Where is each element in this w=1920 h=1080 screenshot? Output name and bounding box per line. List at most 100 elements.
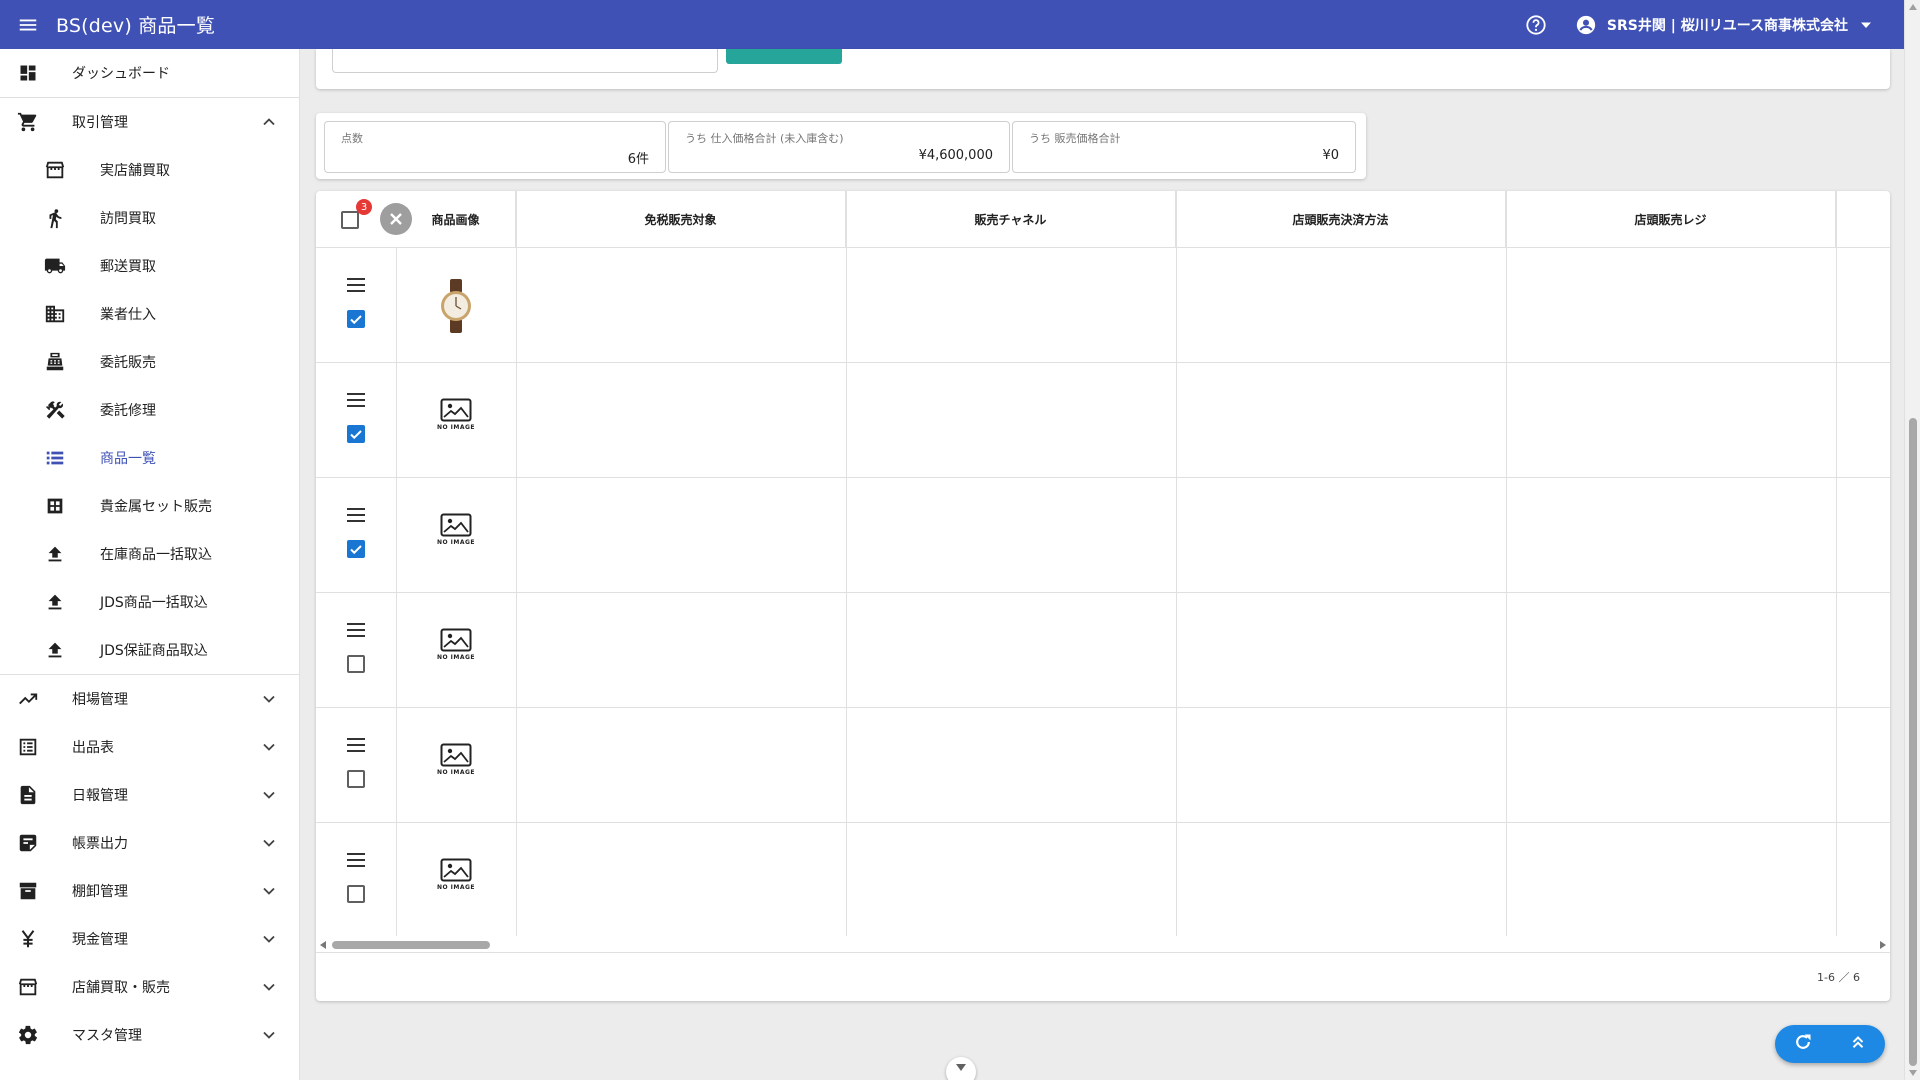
column-divider: [1506, 191, 1507, 936]
search-card: [316, 49, 1890, 89]
user-label: SRS井関 | 桜川リユース商事株式会社: [1606, 17, 1848, 34]
header-register[interactable]: 店頭販売レジ: [1506, 191, 1836, 247]
pagination-info: 1-6 ／ 6: [1817, 971, 1860, 984]
no-image-placeholder[interactable]: NO IMAGE: [434, 628, 478, 668]
sidebar-item-label: 業者仕入: [100, 307, 156, 323]
sidebar-item-daily-report[interactable]: 日報管理: [0, 771, 299, 819]
chevron-down-icon[interactable]: [259, 881, 279, 901]
scroll-to-top-icon[interactable]: [1849, 1033, 1867, 1055]
sidebar-item-form-output[interactable]: 帳票出力: [0, 819, 299, 867]
column-divider: [846, 191, 847, 936]
row-divider: [316, 362, 1890, 363]
page-title: BS(dev) 商品一覧: [56, 15, 216, 37]
chevron-down-icon[interactable]: [259, 929, 279, 949]
sidebar-item-label: 棚卸管理: [72, 884, 128, 900]
sidebar-item-store-trade[interactable]: 店舗買取・販売: [0, 963, 299, 1011]
row-checkbox[interactable]: [347, 885, 365, 903]
row-checkbox[interactable]: [347, 770, 365, 788]
product-table: 3 商品画像 免税販売対象 販売チャネル 店頭販売決済方法 店頭販売レジ NO …: [316, 191, 1890, 1001]
sidebar-item-jds-import[interactable]: JDS商品一括取込: [0, 578, 299, 626]
row-checkbox[interactable]: [347, 655, 365, 673]
sidebar-item-precious-metal-set[interactable]: 貴金属セット販売: [0, 482, 299, 530]
sidebar-item-mail-purchase[interactable]: 郵送買取: [0, 242, 299, 290]
drag-handle-icon[interactable]: [347, 738, 365, 752]
dashboard-icon: [17, 62, 39, 84]
tools-icon: [44, 399, 66, 421]
row-checkbox[interactable]: [347, 310, 365, 328]
search-input[interactable]: [332, 49, 718, 73]
sidebar-item-dashboard[interactable]: ダッシュボード: [0, 49, 299, 97]
chevron-down-icon[interactable]: [259, 977, 279, 997]
purchase-total-label: うち 仕入価格合計 (未入庫含む): [685, 132, 844, 145]
grid-icon: [44, 495, 66, 517]
select-all-checkbox[interactable]: [341, 211, 359, 229]
cart-icon: [17, 111, 39, 133]
sidebar-item-visit-purchase[interactable]: 訪問買取: [0, 194, 299, 242]
sidebar-item-label: ダッシュボード: [72, 66, 170, 82]
sidebar-item-consignment-repair[interactable]: 委託修理: [0, 386, 299, 434]
sidebar-item-vendor-purchase[interactable]: 業者仕入: [0, 290, 299, 338]
chevron-down-icon[interactable]: [259, 737, 279, 757]
sidebar-item-label: 現金管理: [72, 932, 128, 948]
chevron-down-icon[interactable]: [259, 689, 279, 709]
scroll-left-icon[interactable]: [320, 941, 326, 949]
drag-handle-icon[interactable]: [347, 508, 365, 522]
sidebar-item-label: 店舗買取・販売: [72, 980, 170, 996]
scroll-up-icon[interactable]: [1909, 4, 1917, 10]
count-value: 6件: [627, 152, 649, 167]
sales-total-field: うち 販売価格合計 ¥0: [1012, 121, 1356, 173]
sidebar-item-listing[interactable]: 出品表: [0, 723, 299, 771]
chevron-down-icon[interactable]: [259, 833, 279, 853]
register-icon: [44, 351, 66, 373]
sidebar-item-label: 日報管理: [72, 788, 128, 804]
no-image-placeholder[interactable]: NO IMAGE: [434, 398, 478, 438]
no-image-placeholder[interactable]: NO IMAGE: [434, 513, 478, 553]
image-icon: [440, 398, 472, 422]
sidebar-item-label: 訪問買取: [100, 211, 156, 227]
truck-icon: [44, 255, 66, 277]
account-icon: [1575, 14, 1597, 36]
chevron-down-icon[interactable]: [259, 785, 279, 805]
chevron-down-icon[interactable]: [259, 1025, 279, 1045]
sidebar-item-cash[interactable]: 現金管理: [0, 915, 299, 963]
menu-icon[interactable]: [0, 0, 56, 49]
sidebar-item-stock-import[interactable]: 在庫商品一括取込: [0, 530, 299, 578]
image-icon: [440, 743, 472, 767]
header-sales-channel[interactable]: 販売チャネル: [846, 191, 1176, 247]
watch-thumbnail[interactable]: [436, 279, 476, 333]
sidebar-item-transactions[interactable]: 取引管理: [0, 98, 299, 146]
drag-handle-icon[interactable]: [347, 393, 365, 407]
header-product-image[interactable]: 商品画像: [396, 191, 516, 247]
refresh-icon[interactable]: [1793, 1032, 1813, 1056]
sidebar-item-consignment-sale[interactable]: 委託販売: [0, 338, 299, 386]
drag-handle-icon[interactable]: [347, 623, 365, 637]
drag-handle-icon[interactable]: [347, 853, 365, 867]
sidebar-item-master[interactable]: マスタ管理: [0, 1011, 299, 1059]
no-image-placeholder[interactable]: NO IMAGE: [434, 858, 478, 898]
chevron-up-icon[interactable]: [259, 112, 279, 132]
row-checkbox[interactable]: [347, 425, 365, 443]
search-button[interactable]: [726, 49, 842, 64]
row-divider: [316, 477, 1890, 478]
sidebar-item-label: 委託修理: [100, 403, 156, 419]
column-divider: [1836, 191, 1837, 936]
scroll-right-icon[interactable]: [1880, 941, 1886, 949]
sidebar-item-product-list[interactable]: 商品一覧: [0, 434, 299, 482]
vertical-scrollbar[interactable]: [1904, 0, 1920, 1080]
header-tax-free[interactable]: 免税販売対象: [516, 191, 846, 247]
horizontal-scrollbar[interactable]: [316, 936, 1890, 952]
header-payment-method[interactable]: 店頭販売決済方法: [1176, 191, 1506, 247]
sidebar-item-jds-warranty-import[interactable]: JDS保証商品取込: [0, 626, 299, 674]
sidebar-item-store-purchase[interactable]: 実店舗買取: [0, 146, 299, 194]
no-image-placeholder[interactable]: NO IMAGE: [434, 743, 478, 783]
scroll-down-icon[interactable]: [1909, 1070, 1917, 1076]
drag-handle-icon[interactable]: [347, 278, 365, 292]
scrollbar-thumb[interactable]: [332, 941, 490, 949]
sidebar-item-market-price[interactable]: 相場管理: [0, 675, 299, 723]
help-icon[interactable]: [1523, 12, 1549, 38]
expand-button[interactable]: [946, 1057, 976, 1080]
row-checkbox[interactable]: [347, 540, 365, 558]
sidebar-item-inventory[interactable]: 棚卸管理: [0, 867, 299, 915]
scrollbar-thumb[interactable]: [1909, 418, 1917, 1066]
user-menu[interactable]: SRS井関 | 桜川リユース商事株式会社: [1575, 14, 1872, 36]
